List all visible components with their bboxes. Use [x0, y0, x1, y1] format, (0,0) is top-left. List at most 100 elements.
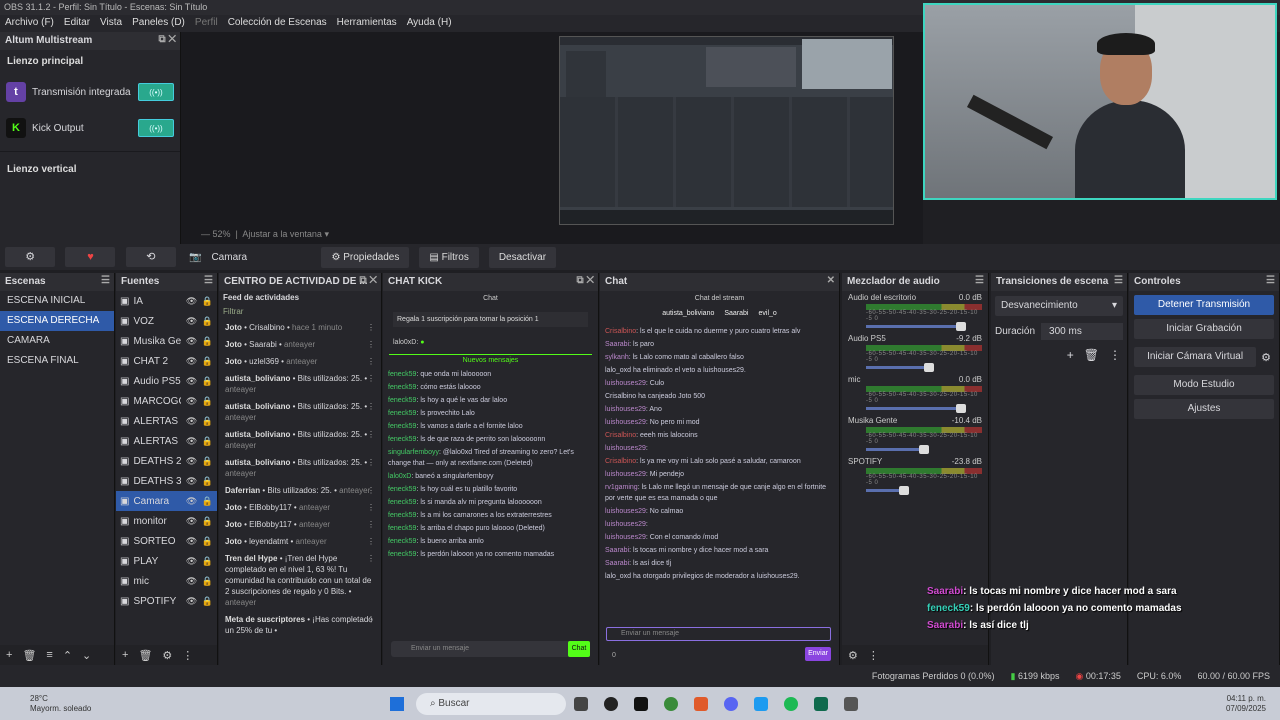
menu-coleccion[interactable]: Colección de Escenas	[228, 17, 327, 30]
start-virtual-cam-button[interactable]: Iniciar Cámara Virtual	[1134, 347, 1257, 367]
eye-icon[interactable]: 👁	[186, 516, 197, 527]
scene-item[interactable]: ESCENA DERECHA	[0, 311, 114, 331]
more-icon[interactable]: ⋮	[367, 373, 375, 384]
dock-menu-icon[interactable]: ☰	[1266, 275, 1275, 286]
output-twitch-toggle[interactable]: ((•))	[138, 83, 174, 101]
settings-button[interactable]: Ajustes	[1134, 399, 1274, 419]
duration-input[interactable]: 300 ms	[1041, 323, 1123, 340]
slider-handle[interactable]	[924, 363, 935, 372]
slider-handle[interactable]	[956, 404, 967, 413]
gear-icon[interactable]: ⚙	[1261, 351, 1271, 364]
refresh-button[interactable]: ⟲	[125, 247, 176, 267]
activity-filter[interactable]: Filtrar	[219, 304, 381, 319]
lock-icon[interactable]: 🔒	[202, 396, 213, 407]
stop-stream-button[interactable]: Detener Transmisión	[1134, 295, 1274, 315]
kick-chat-input[interactable]: Enviar un mensaje	[391, 641, 590, 657]
source-item[interactable]: ▣ ALERTAS I 👁 🔒	[116, 411, 217, 431]
properties-button[interactable]: ⚙ Propiedades	[321, 246, 410, 268]
more-icon[interactable]: ⋮	[367, 485, 375, 496]
activity-item[interactable]: Joto • ElBobby117 • anteayer ⋮	[219, 499, 381, 516]
eye-icon[interactable]: 👁	[186, 496, 197, 507]
gear-icon[interactable]: ⚙	[848, 649, 858, 662]
source-item[interactable]: ▣ mic 👁 🔒	[116, 571, 217, 591]
app-icon[interactable]	[754, 696, 768, 711]
activity-item[interactable]: Tren del Hype • ¡Tren del Hype completad…	[219, 550, 381, 611]
chrome-icon[interactable]	[664, 696, 678, 711]
source-item[interactable]: ▣ DEATHS 2 👁 🔒	[116, 451, 217, 471]
chat-input[interactable]: Enviar un mensaje	[606, 627, 831, 641]
heart-button[interactable]: ♥	[65, 247, 116, 267]
output-kick-toggle[interactable]: ((•))	[138, 119, 174, 137]
slider-handle[interactable]	[956, 322, 967, 331]
more-icon[interactable]: ⋮	[868, 649, 879, 662]
volume-slider[interactable]	[866, 486, 910, 495]
eye-icon[interactable]: 👁	[186, 416, 197, 427]
menu-editar[interactable]: Editar	[64, 17, 90, 30]
activity-item[interactable]: autista_boliviano • Bits utilizados: 25.…	[219, 454, 381, 482]
discord-icon[interactable]	[724, 696, 738, 711]
more-icon[interactable]: ⋮	[367, 536, 375, 547]
lock-icon[interactable]: 🔒	[202, 496, 213, 507]
lock-icon[interactable]: 🔒	[202, 516, 213, 527]
source-item[interactable]: ▣ CHAT 2 👁 🔒	[116, 351, 217, 371]
eye-icon[interactable]: 👁	[186, 456, 197, 467]
lock-icon[interactable]: 🔒	[202, 596, 213, 607]
lock-icon[interactable]: 🔒	[202, 356, 213, 367]
lock-icon[interactable]: 🔒	[202, 576, 213, 587]
file-explorer-icon[interactable]	[574, 696, 588, 711]
more-icon[interactable]: ⋮	[367, 339, 375, 350]
lock-icon[interactable]: 🔒	[202, 416, 213, 427]
slider-handle[interactable]	[918, 445, 929, 454]
dock-controls-icon[interactable]: ⧉ ✕	[576, 275, 594, 286]
menu-perfil[interactable]: Perfil	[195, 17, 218, 30]
chat-send-button[interactable]: Enviar	[805, 647, 831, 661]
scene-item[interactable]: ESCENA INICIAL	[0, 291, 114, 311]
spotify-icon[interactable]	[784, 696, 798, 711]
dock-controls-icon[interactable]: ⧉ ✕	[158, 34, 176, 45]
source-item[interactable]: ▣ SPOTIFY 👁 🔒	[116, 591, 217, 611]
more-icon[interactable]: ⋮	[182, 649, 193, 662]
source-item[interactable]: ▣ monitor 👁 🔒	[116, 511, 217, 531]
eye-icon[interactable]: 👁	[186, 316, 197, 327]
activity-item[interactable]: Joto • Saarabi • anteayer ⋮	[219, 336, 381, 353]
lock-icon[interactable]: 🔒	[202, 436, 213, 447]
more-icon[interactable]: ⋮	[367, 502, 375, 513]
more-icon[interactable]: ⋮	[367, 322, 375, 333]
source-item[interactable]: ▣ Camara 👁 🔒	[116, 491, 217, 511]
source-item[interactable]: ▣ SORTEO 👁 🔒	[116, 531, 217, 551]
more-icon[interactable]: ⋮	[367, 401, 375, 412]
volume-slider[interactable]	[866, 404, 967, 413]
more-icon[interactable]: ⋮	[367, 429, 375, 440]
gear-icon[interactable]: ⚙	[162, 649, 172, 662]
source-item[interactable]: ▣ DEATHS 3 👁 🔒	[116, 471, 217, 491]
add-icon[interactable]: +	[6, 649, 12, 661]
lock-icon[interactable]: 🔒	[202, 336, 213, 347]
trash-icon[interactable]: 🗑	[22, 649, 36, 662]
weather-widget[interactable]: 28°C Mayorm. soleado	[0, 694, 120, 714]
lock-icon[interactable]: 🔒	[202, 376, 213, 387]
eye-icon[interactable]: 👁	[186, 596, 197, 607]
clock[interactable]: 04:11 p. m. 07/09/2025	[1226, 694, 1266, 714]
volume-slider[interactable]	[866, 322, 967, 331]
add-icon[interactable]: +	[1067, 348, 1074, 362]
dock-close-icon[interactable]: ✕	[827, 275, 835, 286]
settings-icon[interactable]	[844, 696, 858, 711]
more-icon[interactable]: ⋮	[367, 614, 375, 625]
eye-icon[interactable]: 👁	[186, 356, 197, 367]
lock-icon[interactable]: 🔒	[202, 536, 213, 547]
fit-window-select[interactable]: Ajustar a la ventana	[242, 229, 322, 239]
eye-icon[interactable]: 👁	[186, 576, 197, 587]
eye-icon[interactable]: 👁	[186, 296, 197, 307]
add-icon[interactable]: +	[122, 649, 128, 661]
eye-icon[interactable]: 👁	[186, 556, 197, 567]
source-item[interactable]: ▣ IA 👁 🔒	[116, 291, 217, 311]
deactivate-button[interactable]: Desactivar	[488, 246, 557, 268]
activity-item[interactable]: Meta de suscriptores • ¡Has completado u…	[219, 611, 381, 639]
dock-menu-icon[interactable]: ☰	[975, 275, 984, 286]
more-icon[interactable]: ⋮	[367, 356, 375, 367]
source-item[interactable]: ▣ ALERTAS 1 👁 🔒	[116, 431, 217, 451]
dock-controls-icon[interactable]: ⧉ ✕	[359, 275, 377, 286]
menu-herramientas[interactable]: Herramientas	[337, 17, 397, 30]
transition-select[interactable]: Desvanecimiento ▾	[995, 296, 1123, 316]
slider-handle[interactable]	[899, 486, 910, 495]
